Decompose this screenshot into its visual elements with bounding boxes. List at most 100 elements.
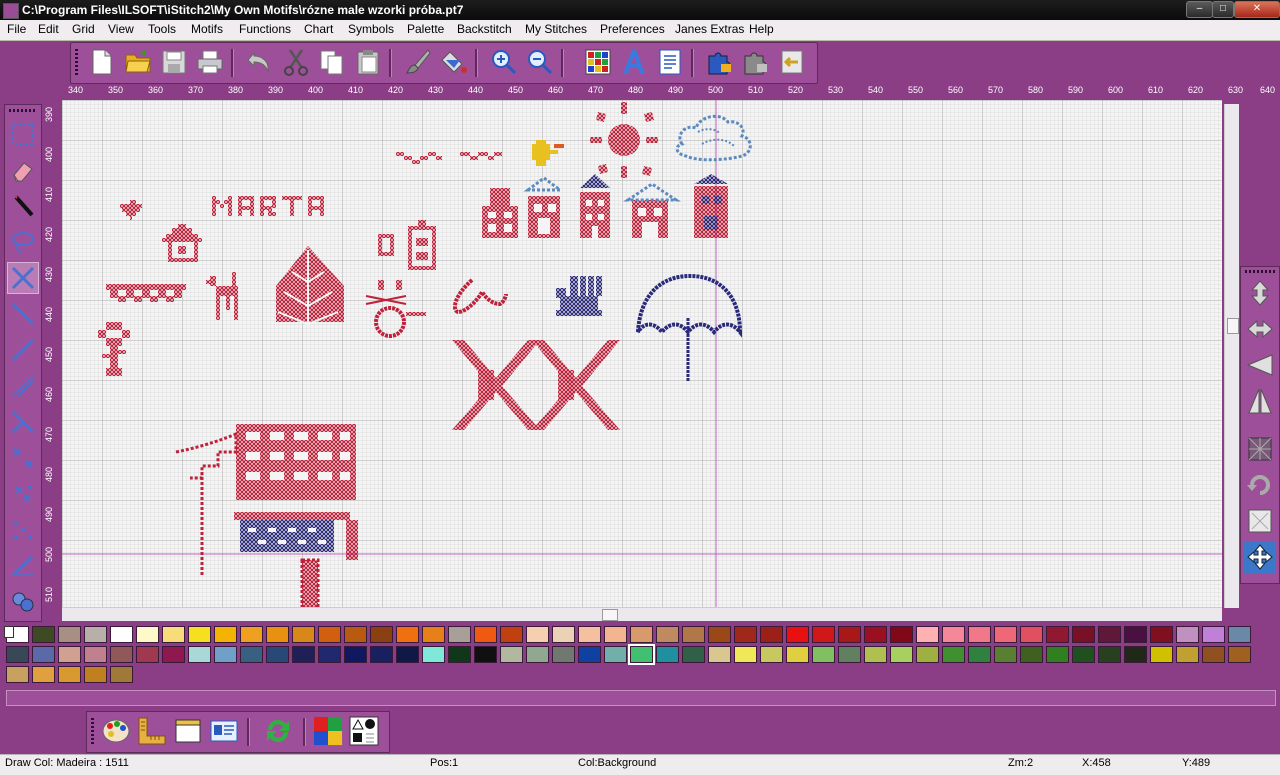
palette-swatch[interactable]	[84, 626, 107, 643]
palette-swatch[interactable]	[500, 626, 523, 643]
palette-swatch[interactable]	[32, 626, 55, 643]
copy-icon[interactable]	[317, 47, 347, 77]
palette-swatch[interactable]	[968, 646, 991, 663]
full-stitch-icon[interactable]	[7, 262, 39, 294]
menu-functions[interactable]: Functions	[239, 22, 291, 36]
palette-swatch[interactable]	[1150, 626, 1173, 643]
new-document-icon[interactable]	[87, 47, 117, 77]
vertical-scroll-thumb[interactable]	[1227, 318, 1239, 334]
app-icon[interactable]	[3, 3, 19, 19]
palette-swatch[interactable]	[58, 626, 81, 643]
horizontal-scrollbar[interactable]	[62, 607, 1222, 621]
palette-swatch[interactable]	[838, 626, 861, 643]
palette-swatch[interactable]	[370, 626, 393, 643]
palette-swatch[interactable]	[84, 646, 107, 663]
palette-swatch[interactable]	[968, 626, 991, 643]
menu-janes-extras[interactable]: Janes Extras	[675, 22, 744, 36]
toolbar-grip[interactable]	[75, 49, 78, 77]
palette-swatch[interactable]	[1228, 626, 1251, 643]
motif-shape-icon[interactable]	[8, 587, 38, 617]
palette-swatch[interactable]	[1150, 646, 1173, 663]
palette-swatch[interactable]	[58, 666, 81, 683]
brush-icon[interactable]	[403, 47, 433, 77]
palette-swatch[interactable]	[58, 646, 81, 663]
palette-tool-icon[interactable]	[101, 716, 131, 746]
palette-swatch[interactable]	[1046, 626, 1069, 643]
palette-swatch[interactable]	[1124, 626, 1147, 643]
half-stitch-reverse-icon[interactable]	[8, 335, 38, 365]
palette-swatch[interactable]	[604, 626, 627, 643]
palette-swatch[interactable]	[422, 626, 445, 643]
palette-swatch[interactable]	[760, 646, 783, 663]
mirror-vertical-icon[interactable]	[1244, 385, 1276, 417]
palette-swatch[interactable]	[1098, 626, 1121, 643]
text-icon[interactable]	[619, 47, 649, 77]
palette-swatch[interactable]	[318, 626, 341, 643]
print-icon[interactable]	[195, 47, 225, 77]
menu-help[interactable]: Help	[749, 22, 774, 36]
palette-swatch[interactable]	[630, 626, 653, 643]
palette-swatch[interactable]	[136, 626, 159, 643]
palette-swatch[interactable]	[110, 626, 133, 643]
palette-swatch[interactable]	[578, 646, 601, 663]
menu-view[interactable]: View	[108, 22, 134, 36]
palette-swatch[interactable]	[864, 626, 887, 643]
puzzle-gray-icon[interactable]	[741, 47, 771, 77]
color-quad-icon[interactable]	[313, 716, 343, 746]
palette-swatch[interactable]	[110, 646, 133, 663]
palette-swatch[interactable]	[370, 646, 393, 663]
eraser-icon[interactable]	[8, 155, 38, 185]
select-rectangle-icon[interactable]	[8, 119, 38, 149]
palette-swatch[interactable]	[32, 666, 55, 683]
palette-swatch[interactable]	[786, 626, 809, 643]
palette-swatch[interactable]	[812, 626, 835, 643]
palette-swatch[interactable]	[1176, 626, 1199, 643]
palette-swatch[interactable]	[1176, 646, 1199, 663]
palette-swatch[interactable]	[552, 626, 575, 643]
palette-swatch[interactable]	[136, 646, 159, 663]
palette-swatch[interactable]	[812, 646, 835, 663]
chart-canvas[interactable]	[62, 100, 1222, 608]
grid-icon[interactable]	[583, 47, 613, 77]
palette-swatch[interactable]	[84, 666, 107, 683]
palette-swatch[interactable]	[396, 646, 419, 663]
paste-icon[interactable]	[353, 47, 383, 77]
palette-swatch[interactable]	[1202, 626, 1225, 643]
palette-swatch[interactable]	[734, 626, 757, 643]
palette-swatch[interactable]	[656, 646, 679, 663]
zoom-in-icon[interactable]	[489, 47, 519, 77]
quarter-stitch-icon[interactable]	[8, 371, 38, 401]
palette-swatch[interactable]	[1072, 646, 1095, 663]
palette-swatch[interactable]	[864, 646, 887, 663]
palette-swatch[interactable]	[266, 626, 289, 643]
page-icon[interactable]	[655, 47, 685, 77]
save-icon[interactable]	[159, 47, 189, 77]
rotate-pattern-icon[interactable]	[1244, 433, 1276, 465]
palette-swatch[interactable]	[474, 626, 497, 643]
menu-motifs[interactable]: Motifs	[191, 22, 223, 36]
palette-swatch[interactable]	[760, 626, 783, 643]
palette-swatch[interactable]	[448, 626, 471, 643]
lasso-icon[interactable]	[8, 227, 38, 257]
palette-swatch[interactable]	[1072, 626, 1095, 643]
palette-swatch[interactable]	[682, 626, 705, 643]
palette-swatch[interactable]	[422, 646, 445, 663]
palette-swatch[interactable]	[552, 646, 575, 663]
pen-icon[interactable]	[8, 191, 38, 221]
move-icon[interactable]	[1244, 541, 1276, 573]
ruler-tool-icon[interactable]	[137, 716, 167, 746]
window-tool-icon[interactable]	[173, 716, 203, 746]
palette-swatch[interactable]	[32, 646, 55, 663]
close-button[interactable]: ✕	[1234, 1, 1280, 18]
vertical-scrollbar[interactable]	[1224, 104, 1239, 608]
palette-swatch[interactable]	[604, 646, 627, 663]
flip-horizontal-icon[interactable]	[1244, 313, 1276, 345]
palette-swatch[interactable]	[344, 646, 367, 663]
palette-swatch[interactable]	[786, 646, 809, 663]
palette-swatch[interactable]	[708, 626, 731, 643]
palette-swatch[interactable]	[188, 646, 211, 663]
palette-swatch[interactable]	[448, 646, 471, 663]
palette-swatch[interactable]	[110, 666, 133, 683]
palette-swatch[interactable]	[318, 646, 341, 663]
bead-icon[interactable]	[8, 515, 38, 545]
